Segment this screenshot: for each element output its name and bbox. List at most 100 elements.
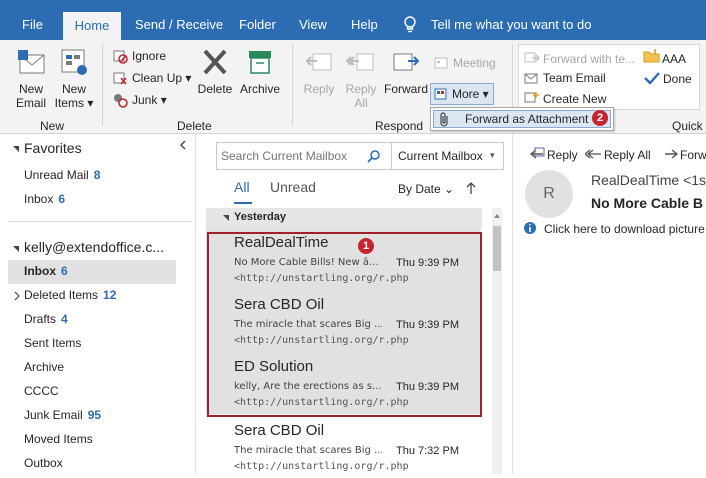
folder-drafts[interactable]: Drafts 4	[24, 312, 68, 326]
reply-all-icon	[585, 149, 601, 159]
delete-button[interactable]: Delete	[196, 46, 234, 96]
folder-unread-mail[interactable]: Unread Mail 8	[24, 168, 100, 182]
message-preview: The miracle that scares Big ...	[234, 445, 382, 456]
meeting-icon	[434, 57, 448, 69]
more-icon	[434, 88, 447, 100]
reading-reply-all-button[interactable]: Reply All	[604, 148, 651, 162]
tab-folder[interactable]: Folder	[239, 0, 276, 40]
delete-icon	[203, 49, 227, 75]
folder-label: Unread Mail	[24, 168, 89, 182]
archive-icon	[249, 51, 271, 74]
new-email-label-1: New	[18, 82, 43, 96]
group-respond-label: Respond	[375, 119, 424, 133]
reply-all-button[interactable]: Reply All	[342, 46, 380, 110]
unread-count: 6	[61, 264, 68, 278]
tell-me-search[interactable]: Tell me what you want to do	[431, 0, 591, 40]
tab-file[interactable]: File	[22, 0, 43, 40]
folder-fav-inbox[interactable]: Inbox 6	[24, 192, 65, 206]
account-header[interactable]: kelly@extendoffice.c...	[24, 239, 164, 255]
tab-home[interactable]: Home	[63, 12, 121, 40]
search-scope-dropdown[interactable]: Current Mailbox	[398, 149, 483, 163]
quick-step-create-new[interactable]: Create New	[543, 91, 606, 107]
tab-view[interactable]: View	[299, 0, 327, 40]
quick-step-aaa[interactable]: AAA	[662, 51, 686, 67]
reply-icon	[529, 147, 545, 159]
new-items-button[interactable]: New Items ▾	[54, 46, 94, 110]
reply-icon	[305, 53, 332, 71]
forward-as-attachment-item[interactable]: Forward as Attachment	[433, 110, 611, 128]
new-email-icon	[18, 50, 45, 74]
chevron-down-icon[interactable]: ▾	[490, 150, 495, 161]
ribbon-separator	[102, 44, 103, 126]
clean-up-button[interactable]: Clean Up ▾	[132, 70, 191, 86]
folder-label: Inbox	[24, 264, 56, 278]
scrollbar-thumb[interactable]	[493, 226, 501, 271]
done-check-icon	[644, 72, 660, 85]
paperclip-icon	[440, 112, 448, 127]
ribbon-tab-bar: File Home Send / Receive Folder View Hel…	[0, 0, 706, 40]
junk-icon	[114, 94, 128, 108]
ignore-button[interactable]: Ignore	[132, 48, 166, 64]
reading-forward-button[interactable]: Forw	[680, 148, 706, 162]
more-dropdown-menu: Forward as Attachment	[430, 107, 614, 131]
favorites-header[interactable]: Favorites	[24, 140, 82, 156]
search-input[interactable]	[221, 147, 361, 165]
list-item[interactable]: Sera CBD Oil The miracle that scares Big…	[206, 416, 481, 478]
reading-reply-button[interactable]: Reply	[547, 148, 578, 162]
reply-button[interactable]: Reply	[300, 46, 338, 96]
folder-deleted-items[interactable]: Deleted Items 12	[24, 288, 116, 302]
collapse-pane-icon[interactable]	[178, 140, 188, 150]
expand-arrow-icon[interactable]	[13, 291, 21, 301]
quick-step-done[interactable]: Done	[663, 71, 692, 87]
folder-cccc[interactable]: CCCC	[24, 384, 59, 398]
folder-junk-email[interactable]: Junk Email 95	[24, 408, 101, 422]
filter-all[interactable]: All	[234, 179, 250, 195]
folder-sent-items[interactable]: Sent Items	[24, 336, 81, 350]
folder-inbox[interactable]: Inbox 6	[24, 264, 68, 278]
aaa-folder-icon	[643, 49, 660, 63]
more-button[interactable]: More ▾	[430, 83, 494, 105]
unread-count: 12	[103, 288, 117, 302]
expand-triangle-icon[interactable]	[11, 244, 21, 254]
folder-moved-items[interactable]: Moved Items	[24, 432, 93, 446]
folder-outbox[interactable]: Outbox	[24, 456, 63, 470]
unread-count: 95	[87, 408, 102, 422]
sort-by-date[interactable]: By Date ⌄	[398, 182, 454, 196]
scroll-up-arrow-icon[interactable]	[493, 212, 501, 220]
archive-button[interactable]: Archive	[238, 46, 282, 96]
forward-as-attachment-label: Forward as Attachment	[465, 112, 589, 126]
tab-help[interactable]: Help	[351, 0, 378, 40]
unread-count: 6	[58, 192, 66, 206]
reply-all-label-2: All	[354, 96, 368, 110]
message-sender: Sera CBD Oil	[234, 422, 325, 439]
new-items-icon	[61, 49, 87, 75]
download-pictures-link[interactable]: Click here to download picture	[544, 222, 705, 236]
message-time: Thu 7:32 PM	[396, 445, 459, 457]
search-bar: Current Mailbox ▾	[216, 142, 504, 170]
forward-icon	[665, 149, 679, 159]
archive-label: Archive	[239, 82, 280, 96]
quick-step-team-email[interactable]: Team Email	[543, 70, 606, 86]
folder-label: Drafts	[24, 312, 57, 326]
step-badge-1: 1	[358, 238, 374, 254]
quick-step-forward[interactable]: Forward with te...	[543, 51, 635, 67]
tab-send-receive[interactable]: Send / Receive	[135, 0, 223, 40]
unread-count: 8	[93, 168, 101, 182]
new-email-button[interactable]: New Email	[12, 46, 50, 110]
folder-label: Deleted Items	[24, 288, 99, 302]
forward-button[interactable]: Forward	[384, 46, 428, 96]
folder-archive[interactable]: Archive	[24, 360, 64, 374]
new-items-label-1: New	[61, 82, 86, 96]
message-url: <http://unstartling.org/r.php	[234, 461, 409, 472]
new-items-label-2: Items ▾	[54, 96, 94, 110]
group-header-yesterday[interactable]: Yesterday	[206, 208, 482, 228]
expand-triangle-icon[interactable]	[11, 144, 21, 154]
forward-icon	[393, 53, 420, 71]
filter-unread[interactable]: Unread	[270, 179, 316, 195]
avatar: R	[525, 170, 573, 218]
search-icon[interactable]	[367, 149, 381, 163]
meeting-button[interactable]: Meeting	[453, 55, 496, 71]
junk-button[interactable]: Junk ▾	[132, 92, 167, 108]
sort-direction-arrow-icon[interactable]	[466, 181, 476, 195]
collapse-triangle-icon[interactable]	[222, 214, 230, 222]
